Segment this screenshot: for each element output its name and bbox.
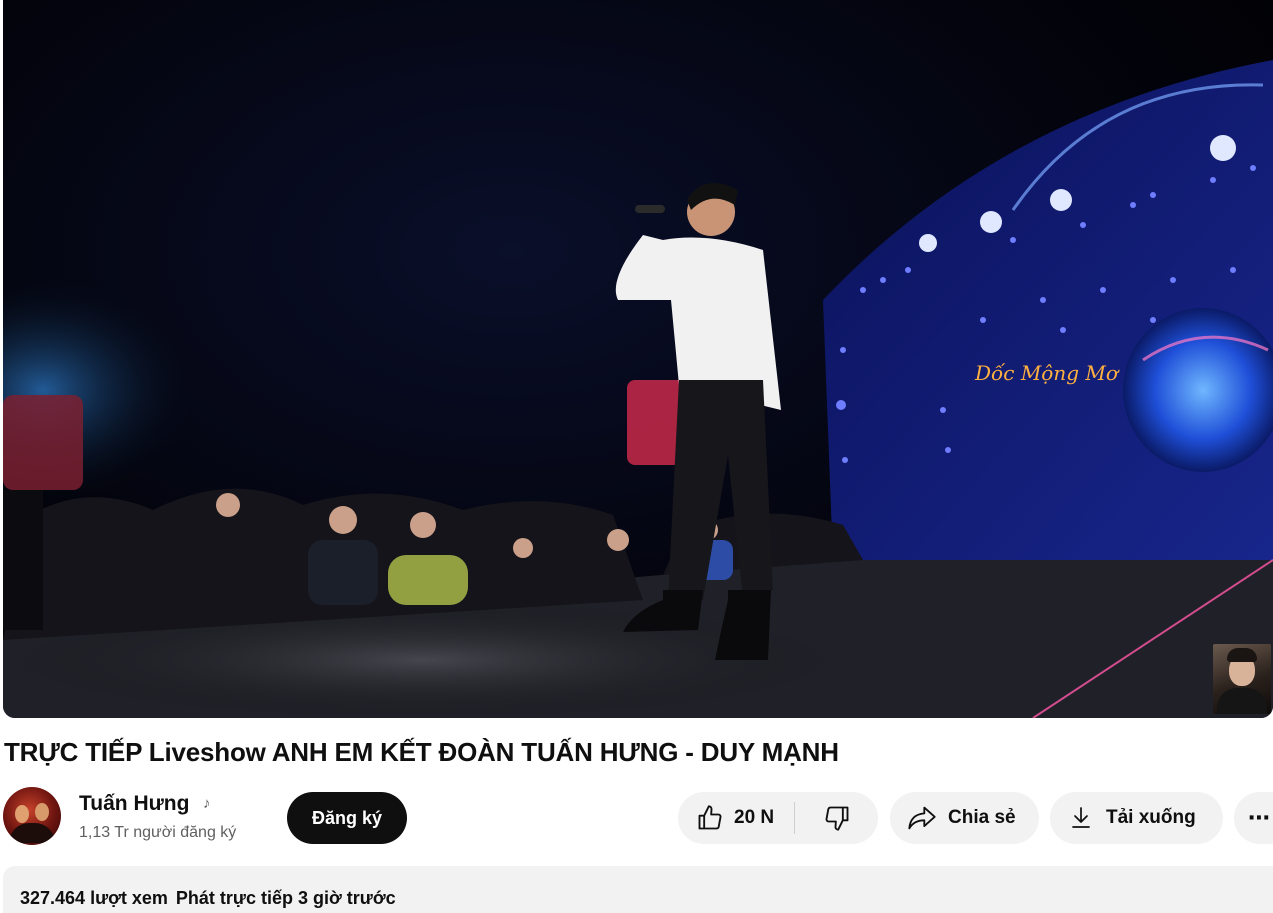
download-label: Tải xuống bbox=[1106, 807, 1196, 828]
share-arrow-icon bbox=[908, 806, 936, 830]
like-button[interactable]: 20 N bbox=[678, 792, 794, 844]
thumb-down-icon bbox=[825, 806, 848, 831]
share-button[interactable]: Chia sẻ bbox=[890, 792, 1039, 844]
stage-sign-text: Dốc Mộng Mơ bbox=[974, 361, 1120, 385]
subscribe-button[interactable]: Đăng ký bbox=[287, 792, 407, 844]
video-title: TRỰC TIẾP Liveshow ANH EM KẾT ĐOÀN TUẤN … bbox=[4, 737, 839, 767]
dislike-button[interactable] bbox=[795, 792, 878, 844]
channel-avatar[interactable] bbox=[3, 787, 61, 845]
video-frame: Dốc Mộng Mơ bbox=[3, 60, 1273, 718]
share-label: Chia sẻ bbox=[948, 807, 1016, 828]
stream-time: Phát trực tiếp 3 giờ trước bbox=[175, 888, 396, 908]
description-meta: 327.464 lượt xem Phát trực tiếp 3 giờ trư… bbox=[20, 888, 404, 909]
presenter-thumbnail bbox=[1213, 644, 1271, 714]
more-icon: ⋯ bbox=[1248, 805, 1271, 830]
like-count: 20 N bbox=[734, 807, 775, 828]
download-button[interactable]: Tải xuống bbox=[1050, 792, 1223, 844]
like-dislike-group: 20 N bbox=[678, 792, 878, 844]
thumb-up-icon bbox=[698, 805, 722, 830]
more-actions-button[interactable]: ⋯ bbox=[1234, 792, 1273, 844]
video-player[interactable]: Dốc Mộng Mơ bbox=[3, 0, 1273, 718]
channel-name[interactable]: Tuấn Hưng bbox=[79, 792, 189, 816]
music-note-icon: ♪ bbox=[203, 795, 211, 812]
subscriber-count: 1,13 Tr người đăng ký bbox=[79, 824, 237, 841]
download-icon bbox=[1072, 807, 1090, 828]
view-count: 327.464 lượt xem bbox=[20, 888, 168, 908]
